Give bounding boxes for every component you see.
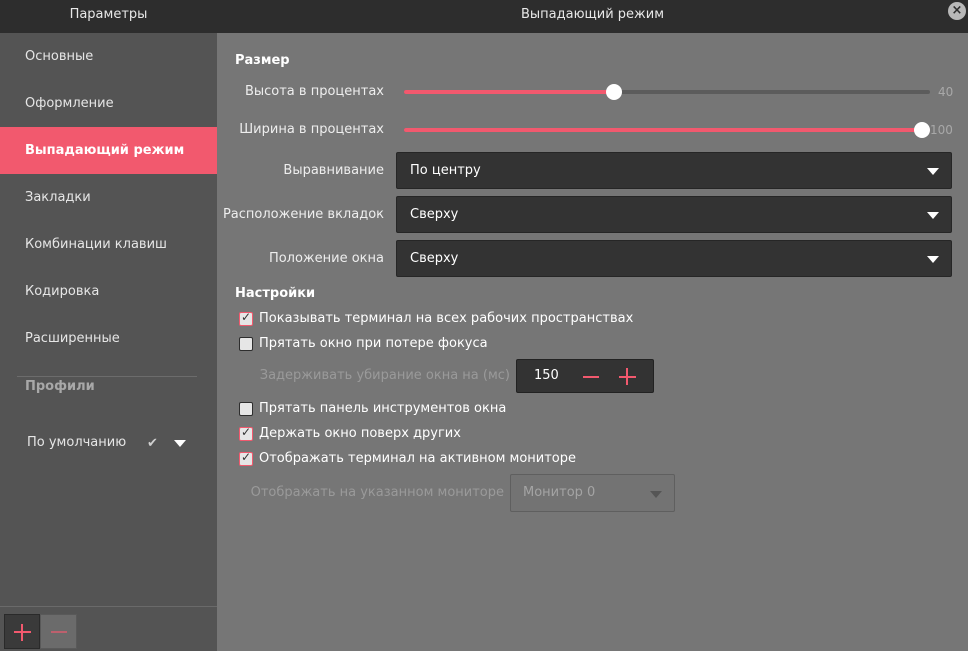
show-all-workspaces-checkbox[interactable]: ✓ bbox=[239, 310, 253, 326]
hide-delay-label: Задерживать убирание окна на (мс) bbox=[259, 368, 510, 383]
hide-delay-spinbox[interactable]: 150 bbox=[516, 359, 654, 393]
hide-on-focus-loss-checkbox[interactable] bbox=[239, 337, 253, 351]
sidebar-item-encoding[interactable]: Кодировка bbox=[0, 268, 217, 315]
window-position-value: Сверху bbox=[410, 251, 459, 266]
height-slider[interactable] bbox=[404, 84, 930, 100]
slider-handle[interactable] bbox=[606, 84, 622, 100]
keep-on-top-label: Держать окно поверх других bbox=[259, 426, 461, 441]
sidebar: Основные Оформление Выпадающий режим Зак… bbox=[0, 33, 217, 606]
keep-on-top-checkbox[interactable]: ✓ bbox=[239, 425, 253, 441]
sidebar-item-label: Комбинации клавиш bbox=[25, 237, 167, 252]
close-icon: × bbox=[951, 3, 963, 18]
check-icon: ✓ bbox=[241, 450, 252, 464]
slider-fill bbox=[404, 90, 614, 94]
sidebar-item-general[interactable]: Основные bbox=[0, 33, 217, 80]
check-icon: ✔ bbox=[147, 436, 158, 451]
close-button[interactable]: × bbox=[948, 2, 966, 20]
title-bar: Параметры Выпадающий режим × bbox=[0, 0, 968, 33]
width-slider[interactable] bbox=[404, 122, 930, 138]
sidebar-item-label: Закладки bbox=[25, 190, 91, 205]
window-position-select[interactable]: Сверху bbox=[396, 240, 952, 277]
alignment-select[interactable]: По центру bbox=[396, 152, 952, 189]
chevron-down-icon[interactable] bbox=[174, 440, 186, 447]
alignment-value: По центру bbox=[410, 163, 481, 178]
sidebar-divider bbox=[17, 376, 197, 377]
check-icon: ✓ bbox=[241, 425, 252, 439]
slider-handle[interactable] bbox=[914, 122, 930, 138]
monitor-select[interactable]: Монитор 0 bbox=[510, 474, 675, 512]
chevron-down-icon bbox=[650, 491, 662, 498]
width-label: Ширина в процентах bbox=[239, 122, 384, 137]
chevron-down-icon bbox=[927, 212, 939, 219]
hide-toolbar-label: Прятать панель инструментов окна bbox=[259, 401, 507, 416]
sidebar-item-label: Выпадающий режим bbox=[25, 143, 185, 158]
window-position-label: Положение окна bbox=[268, 251, 384, 266]
monitor-value: Монитор 0 bbox=[523, 485, 596, 500]
monitor-label: Отображать на указанном мониторе bbox=[250, 485, 504, 500]
height-label: Высота в процентах bbox=[244, 84, 384, 99]
sidebar-item-label: Основные bbox=[25, 49, 94, 64]
tabs-position-value: Сверху bbox=[410, 207, 459, 222]
show-active-monitor-checkbox[interactable]: ✓ bbox=[239, 450, 253, 466]
profile-item-default[interactable]: По умолчанию ✔ bbox=[27, 435, 197, 457]
sidebar-item-advanced[interactable]: Расширенные bbox=[0, 315, 217, 362]
show-active-monitor-label: Отображать терминал на активном мониторе bbox=[259, 451, 577, 466]
size-section-title: Размер bbox=[235, 53, 290, 68]
width-value: 100 bbox=[930, 123, 953, 137]
tabs-position-select[interactable]: Сверху bbox=[396, 196, 952, 233]
sidebar-item-label: Кодировка bbox=[25, 284, 100, 299]
show-all-workspaces-label: Показывать терминал на всех рабочих прос… bbox=[259, 311, 634, 326]
hide-on-focus-loss-label: Прятать окно при потере фокуса bbox=[259, 336, 488, 351]
profile-name: По умолчанию bbox=[27, 435, 127, 450]
slider-fill bbox=[404, 128, 930, 132]
chevron-down-icon bbox=[927, 168, 939, 175]
remove-profile-button[interactable] bbox=[40, 614, 77, 649]
height-value: 40 bbox=[938, 85, 954, 99]
minus-icon[interactable] bbox=[583, 376, 599, 378]
settings-section-title: Настройки bbox=[235, 286, 316, 301]
chevron-down-icon bbox=[927, 256, 939, 263]
profiles-heading: Профили bbox=[25, 379, 95, 394]
profile-toolbar bbox=[0, 606, 217, 651]
sidebar-item-label: Расширенные bbox=[25, 331, 120, 346]
hide-toolbar-checkbox[interactable] bbox=[239, 402, 253, 416]
add-profile-button[interactable] bbox=[4, 614, 40, 649]
window-title: Выпадающий режим bbox=[520, 7, 665, 22]
check-icon: ✓ bbox=[241, 310, 252, 324]
hide-delay-value: 150 bbox=[534, 368, 559, 383]
sidebar-title: Параметры bbox=[69, 7, 148, 22]
alignment-label: Выравнивание bbox=[283, 163, 384, 178]
tabs-position-label: Расположение вкладок bbox=[222, 207, 384, 222]
